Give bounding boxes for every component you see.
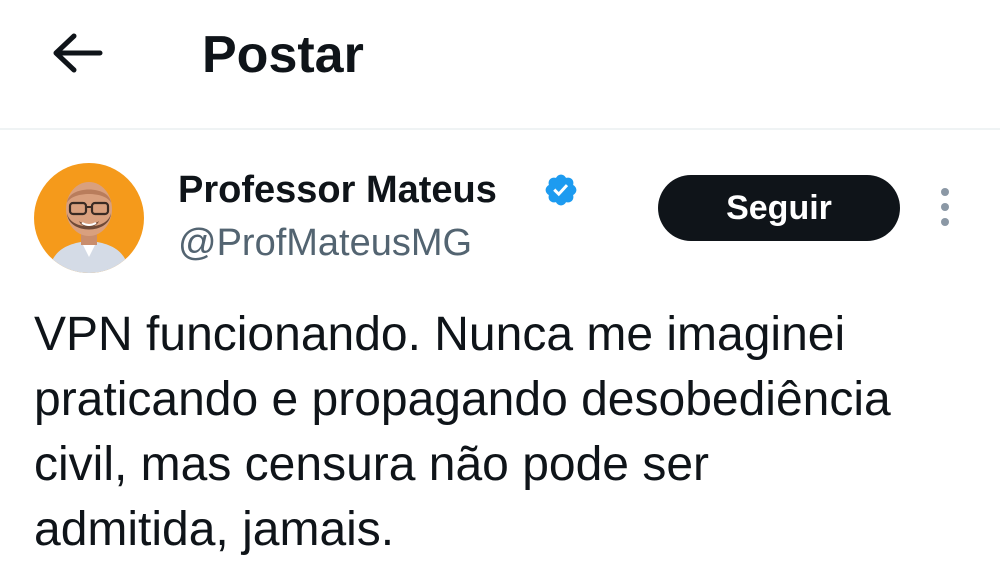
verified-badge-icon bbox=[545, 174, 577, 206]
avatar-photo bbox=[34, 163, 144, 273]
follow-button[interactable]: Seguir bbox=[658, 175, 900, 241]
header-divider bbox=[0, 128, 1000, 130]
top-bar: Postar bbox=[0, 0, 1000, 128]
author-name[interactable]: Professor Mateus bbox=[178, 166, 497, 214]
post-text: VPN funcionando. Nunca me imaginei prati… bbox=[34, 308, 891, 556]
avatar[interactable] bbox=[34, 163, 144, 273]
arrow-left-icon bbox=[53, 33, 103, 73]
author-handle[interactable]: @ProfMateusMG bbox=[178, 219, 472, 267]
more-vertical-icon[interactable] bbox=[928, 184, 962, 230]
page-title: Postar bbox=[202, 26, 364, 84]
back-button[interactable] bbox=[40, 18, 116, 88]
